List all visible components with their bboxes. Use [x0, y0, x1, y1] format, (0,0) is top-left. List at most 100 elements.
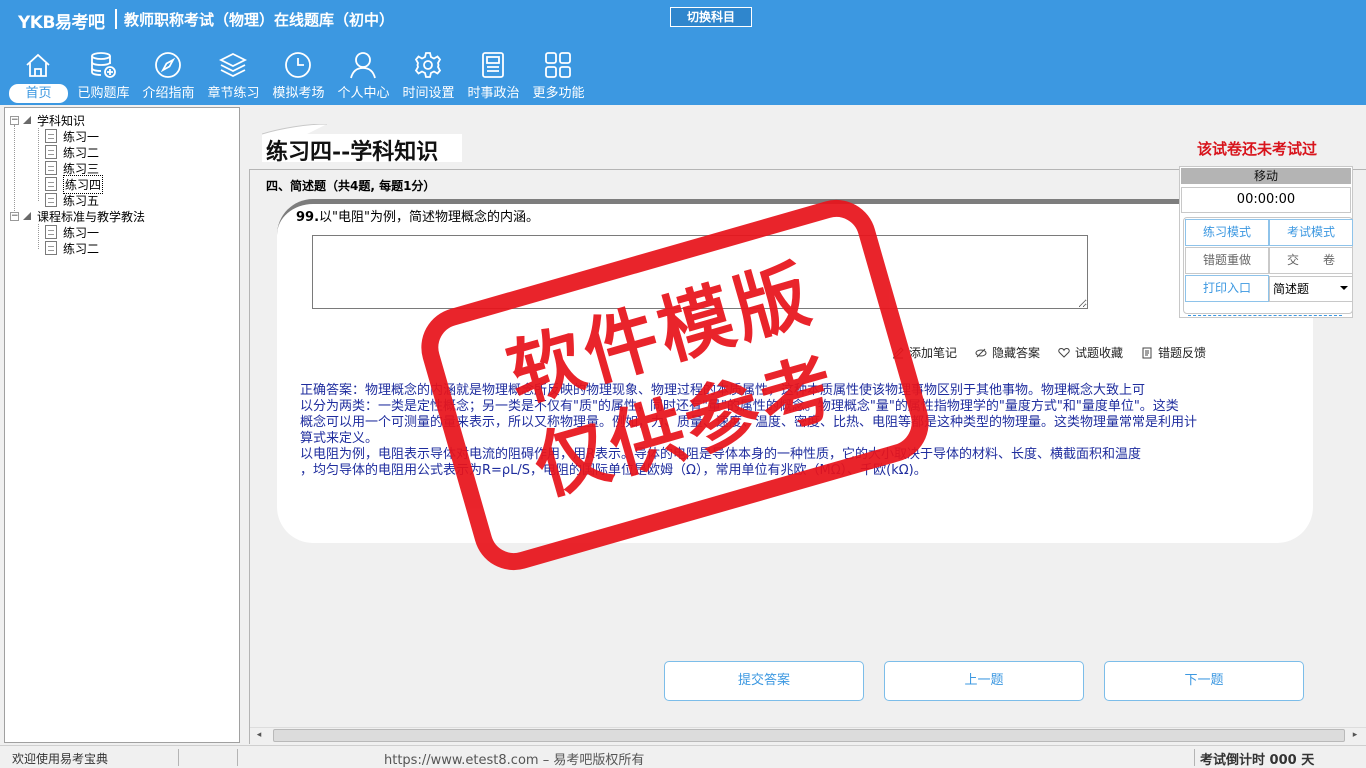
status-copyright: https://www.etest8.com – 易考吧版权所有 — [384, 753, 645, 768]
nav-guide[interactable]: 介绍指南 — [136, 48, 201, 104]
home-icon — [26, 53, 50, 77]
scrollbar-thumb[interactable] — [273, 729, 1345, 742]
logo-divider — [115, 9, 117, 29]
status-welcome: 欢迎使用易考宝典 — [12, 752, 109, 766]
question-toolbar: 添加笔记 隐藏答案 试题收藏 错题反馈 — [892, 344, 1224, 361]
tree-group-curriculum[interactable]: − 课程标准与教学教法 — [10, 208, 145, 224]
app-title: 教师职称考试（物理）在线题库（初中） — [124, 11, 395, 29]
nav-mock-exam[interactable]: 模拟考场 — [266, 48, 331, 104]
answer-line: 以分为两类：一类是定性概念；另一类是不仅有"质"的属性，同时还有"量"的属性的概… — [300, 399, 1179, 414]
answer-line: 以电阻为例，电阻表示导体对电流的阻碍作用，用R表示。导体的电阻是导体本身的一种性… — [300, 447, 1142, 462]
tree-group-subject-knowledge[interactable]: − 学科知识 — [10, 112, 85, 128]
add-note-label: 添加笔记 — [909, 346, 958, 360]
hide-answer-button[interactable]: 隐藏答案 — [975, 344, 1040, 361]
report-icon — [1142, 347, 1152, 358]
news-icon — [482, 52, 504, 78]
switch-subject-button[interactable]: 切换科目 — [670, 7, 752, 27]
answer-input[interactable] — [312, 235, 1088, 309]
tree-connector — [14, 125, 15, 215]
nav-time-settings-label: 时间设置 — [402, 86, 455, 101]
folder-open-icon — [23, 212, 31, 220]
section-header: 四、简述题（共4题, 每题1分） — [266, 179, 436, 193]
nav-politics-label: 时事政治 — [467, 86, 520, 101]
database-icon — [91, 52, 116, 78]
hide-answer-label: 隐藏答案 — [992, 346, 1041, 360]
answer-line: 正确答案：物理概念的内涵就是物理概念所反映的物理现象、物理过程的本质属性，这种本… — [300, 383, 1146, 398]
question-text: 99.以"电阻"为例，简述物理概念的内涵。 — [296, 206, 539, 225]
collapse-icon[interactable]: − — [10, 211, 19, 221]
tree-connector — [38, 224, 39, 249]
redo-wrong-button[interactable]: 错题重做 — [1185, 247, 1269, 274]
timer-display: 00:00:00 — [1181, 187, 1351, 213]
practice-mode-button[interactable]: 练习模式 — [1185, 219, 1269, 246]
print-entry-button[interactable]: 打印入口 — [1185, 275, 1269, 302]
feedback-button[interactable]: 错题反馈 — [1141, 344, 1206, 361]
pencil-icon — [893, 346, 904, 358]
scroll-left-icon[interactable]: ◂ — [252, 729, 266, 742]
heart-icon — [1058, 347, 1070, 358]
clock-icon — [285, 52, 311, 78]
exam-mode-button[interactable]: 考试模式 — [1269, 219, 1353, 246]
tree-item-label: 练习二 — [63, 241, 100, 256]
nav-home[interactable]: 首页 — [6, 48, 71, 104]
tree-item-label: 练习一 — [63, 129, 100, 144]
document-icon — [45, 241, 57, 255]
tree-item[interactable]: 练习二 — [45, 144, 99, 160]
nav-time-settings[interactable]: 时间设置 — [396, 48, 461, 104]
nav-politics[interactable]: 时事政治 — [461, 48, 526, 104]
nav-more[interactable]: 更多功能 — [526, 48, 591, 104]
nav-profile[interactable]: 个人中心 — [331, 48, 396, 104]
tree-item[interactable]: 练习五 — [45, 192, 99, 208]
nav-chapter[interactable]: 章节练习 — [201, 48, 266, 104]
document-icon — [45, 193, 57, 207]
collapse-icon[interactable]: − — [10, 115, 19, 125]
nav-mock-exam-label: 模拟考场 — [272, 86, 325, 101]
next-question-button[interactable]: 下一题 — [1104, 661, 1304, 701]
submit-answer-button[interactable]: 提交答案 — [664, 661, 864, 701]
status-divider — [237, 749, 238, 766]
panel-footer-line — [1188, 311, 1342, 316]
document-icon — [45, 145, 57, 159]
status-divider — [1194, 749, 1195, 766]
nav-purchased-label: 已购题库 — [77, 86, 130, 101]
add-note-button[interactable]: 添加笔记 — [892, 344, 957, 361]
nav-chapter-label: 章节练习 — [207, 86, 260, 101]
tree-connector — [38, 128, 39, 201]
nav-purchased[interactable]: 已购题库 — [71, 48, 136, 104]
feedback-label: 错题反馈 — [1158, 346, 1207, 360]
tree-item[interactable]: 练习一 — [45, 224, 99, 240]
document-icon — [45, 161, 57, 175]
user-icon — [350, 52, 376, 79]
tree-item[interactable]: 练习一 — [45, 128, 99, 144]
hand-in-button[interactable]: 交 卷 — [1269, 247, 1353, 274]
tree-group-label: 课程标准与教学教法 — [37, 209, 146, 224]
favorite-label: 试题收藏 — [1075, 346, 1124, 360]
tree-item-label: 练习五 — [63, 193, 100, 208]
answer-line: ，均匀导体的电阻用公式表示为R=ρL/S，电阻的国际单位是欧姆（Ω），常用单位有… — [300, 463, 927, 478]
question-number: 99. — [296, 210, 320, 225]
gear-icon — [414, 52, 442, 78]
app-logo: YKB易考吧 — [18, 13, 105, 33]
move-handle[interactable]: 移动 — [1181, 168, 1351, 184]
nav-home-label: 首页 — [9, 84, 68, 103]
tree-item-selected[interactable]: 练习四 — [45, 174, 104, 194]
layers-icon — [218, 52, 248, 78]
main-nav: 首页 已购题库 介绍指南 章节练习 模拟考场 个人中心 时间设置 时事政治 更多… — [6, 48, 591, 104]
document-icon — [45, 225, 57, 239]
grid-icon — [545, 52, 571, 78]
status-bar: 欢迎使用易考宝典 https://www.etest8.com – 易考吧版权所… — [0, 745, 1366, 768]
document-edit-icon — [45, 177, 57, 191]
answer-line: 算式来定义。 — [300, 431, 379, 446]
scroll-right-icon[interactable]: ▸ — [1348, 729, 1362, 742]
exam-status: 该试卷还未考试过 — [1197, 140, 1318, 158]
compass-icon — [155, 52, 181, 78]
favorite-button[interactable]: 试题收藏 — [1058, 344, 1123, 361]
tree-item[interactable]: 练习二 — [45, 240, 99, 256]
answer-line: 概念可以用一个可测量的量来表示，所以又称物理量。例如，力、质量、速度、温度、密度… — [300, 415, 1198, 430]
prev-question-button[interactable]: 上一题 — [884, 661, 1084, 701]
question-stem: 以"电阻"为例，简述物理概念的内涵。 — [319, 210, 539, 225]
exercise-title: 练习四--学科知识 — [266, 139, 439, 165]
nav-more-label: 更多功能 — [532, 86, 585, 101]
chevron-down-icon[interactable] — [1340, 286, 1348, 290]
document-icon — [45, 129, 57, 143]
